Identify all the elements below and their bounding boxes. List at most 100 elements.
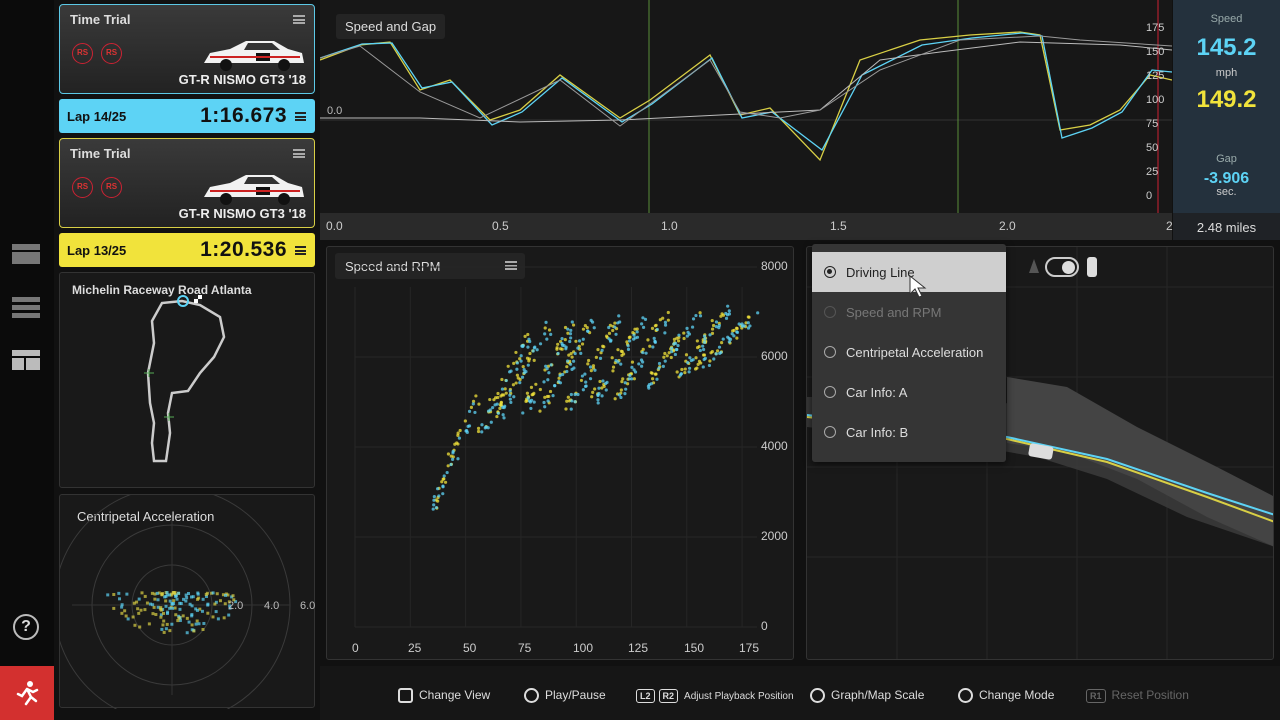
l2-icon: L2 — [636, 689, 655, 703]
view-toggle[interactable] — [1045, 257, 1079, 277]
radio-icon — [824, 426, 836, 438]
track-map-panel[interactable]: Michelin Raceway Road Atlanta — [59, 272, 315, 488]
mode-title: Time Trial — [70, 146, 131, 161]
car-thumbnail — [204, 41, 304, 71]
cone-icon — [1029, 259, 1039, 273]
distance-value: 2.48 miles — [1196, 220, 1257, 235]
exit-button[interactable] — [0, 666, 54, 720]
tick-label: 2.0 — [228, 600, 244, 612]
triangle-button-icon — [958, 688, 973, 704]
chart-title: Speed and Gap — [336, 14, 446, 39]
speed-readout: Speed 145.2 mph 149.2 Gap -3.906 sec. — [1173, 0, 1280, 213]
x-tick-label: 0.0 — [326, 219, 343, 233]
change-view-control[interactable]: Change View — [398, 688, 491, 704]
y-tick-label: 0 — [1146, 190, 1153, 202]
control-label: Graph/Map Scale — [831, 688, 925, 702]
speed-gap-chart[interactable]: Speed and Gap 0.0 175 150 125 100 75 50 25 0 — [320, 0, 1172, 240]
y-tick-label: 150 — [1146, 46, 1165, 58]
x-tick-label: 2 — [1166, 219, 1173, 233]
y-tick-label: 75 — [1146, 118, 1159, 130]
menu-item-label: Speed and RPM — [846, 305, 942, 320]
x-tick-label: 0.5 — [492, 219, 509, 233]
grid-view-icon[interactable] — [12, 348, 42, 372]
y-tick-label: 6000 — [761, 349, 788, 363]
lap-time-bar-b[interactable]: Lap 13/25 1:20.536 — [59, 233, 315, 267]
running-man-icon — [16, 681, 39, 706]
menu-icon[interactable] — [295, 246, 306, 255]
distance-readout: 2.48 miles — [1173, 213, 1280, 240]
gap-zero-label: 0.0 — [327, 105, 343, 117]
centripetal-panel[interactable]: Centripetal Acceleration 2.0 4.0 6.0 — [59, 494, 316, 709]
x-tick-label: 0 — [352, 641, 359, 655]
menu-item-centripetal[interactable]: Centripetal Acceleration — [812, 332, 1006, 372]
single-view-icon[interactable] — [12, 242, 42, 266]
x-tick-label: 150 — [684, 641, 705, 655]
mode-title: Time Trial — [70, 12, 131, 27]
x-tick-label: 100 — [573, 641, 594, 655]
cursor-icon — [909, 274, 927, 298]
playback-control[interactable]: L2 R2 Adjust Playback Position — [636, 688, 794, 703]
r1-icon: R1 — [1086, 689, 1106, 703]
lap-time-bar-a[interactable]: Lap 14/25 1:16.673 — [59, 99, 315, 133]
car-icon — [1087, 257, 1097, 277]
x-tick-label: 125 — [628, 641, 649, 655]
menu-item-car-info-a[interactable]: Car Info: A — [812, 372, 1006, 412]
tick-label: 6.0 — [300, 600, 316, 612]
y-tick-label: 175 — [1146, 22, 1165, 34]
x-tick-label: 2.0 — [999, 219, 1016, 233]
x-tick-label: 175 — [739, 641, 760, 655]
rs-tire-badge: RS — [72, 43, 93, 64]
y-tick-label: 8000 — [761, 259, 788, 273]
speed-gap-plot — [320, 0, 1172, 213]
car-name: GT-R NISMO GT3 '18 — [178, 206, 306, 221]
menu-icon[interactable] — [293, 149, 305, 158]
car-thumbnail — [204, 175, 304, 205]
menu-icon[interactable] — [295, 112, 306, 121]
right-stick-icon — [810, 688, 825, 704]
help-button[interactable]: ? — [13, 614, 39, 640]
control-label: Reset Position — [1111, 688, 1189, 702]
lap-number: Lap 14/25 — [67, 109, 127, 124]
player-card-a[interactable]: Time Trial RS RS GT-R NISMO GT3 '18 — [59, 4, 315, 94]
menu-item-label: Car Info: A — [846, 385, 908, 400]
control-label: Change Mode — [979, 688, 1055, 702]
graph-type-menu[interactable]: Driving Line Speed and RPM Centripetal A… — [812, 244, 1006, 462]
y-tick-label: 125 — [1146, 70, 1165, 82]
speed-rpm-scatter — [354, 266, 760, 628]
lap-number: Lap 13/25 — [67, 243, 127, 258]
control-label: Change View — [419, 688, 491, 702]
car-name: GT-R NISMO GT3 '18 — [178, 72, 306, 87]
side-rail: ? — [0, 0, 54, 720]
tick-label: 4.0 — [264, 600, 280, 612]
y-tick-label: 4000 — [761, 439, 788, 453]
menu-item-label: Centripetal Acceleration — [846, 345, 984, 360]
y-tick-label: 0 — [761, 619, 768, 633]
rs-tire-badge: RS — [72, 177, 93, 198]
change-mode-control[interactable]: Change Mode — [958, 688, 1055, 704]
controls-bar: Change View Play/Pause L2 R2 Adjust Playba… — [320, 666, 1280, 720]
rs-tire-badge: RS — [101, 177, 122, 198]
speed-rpm-panel[interactable]: Speed and RPM 8000 6000 4000 2000 0 0 25 50 75 10… — [326, 246, 794, 660]
control-label: Adjust Playback Position — [684, 691, 794, 702]
speed-unit: mph — [1215, 67, 1238, 79]
x-tick-label: 75 — [518, 641, 532, 655]
play-pause-control[interactable]: Play/Pause — [524, 688, 606, 704]
menu-item-label: Driving Line — [846, 265, 915, 280]
distance-axis[interactable]: 0.0 0.5 1.0 1.5 2.0 2 — [320, 213, 1173, 240]
player-card-b[interactable]: Time Trial RS RS GT-R NISMO GT3 '18 — [59, 138, 315, 228]
r2-icon: R2 — [658, 689, 679, 703]
touchpad-icon — [398, 688, 413, 704]
y-tick-label: 100 — [1146, 94, 1165, 106]
gap-label: Gap — [1216, 153, 1237, 165]
lap-time: 1:20.536 — [200, 238, 287, 261]
radio-icon — [824, 266, 836, 278]
x-tick-label: 50 — [463, 641, 477, 655]
menu-icon[interactable] — [293, 15, 305, 24]
list-view-icon[interactable] — [12, 295, 42, 319]
x-tick-label: 1.5 — [830, 219, 847, 233]
menu-item-car-info-b[interactable]: Car Info: B — [812, 412, 1006, 452]
reset-position-control[interactable]: R1 Reset Position — [1086, 688, 1189, 703]
scale-control[interactable]: Graph/Map Scale — [810, 688, 925, 704]
x-tick-label: 25 — [408, 641, 422, 655]
control-label: Play/Pause — [545, 688, 606, 702]
